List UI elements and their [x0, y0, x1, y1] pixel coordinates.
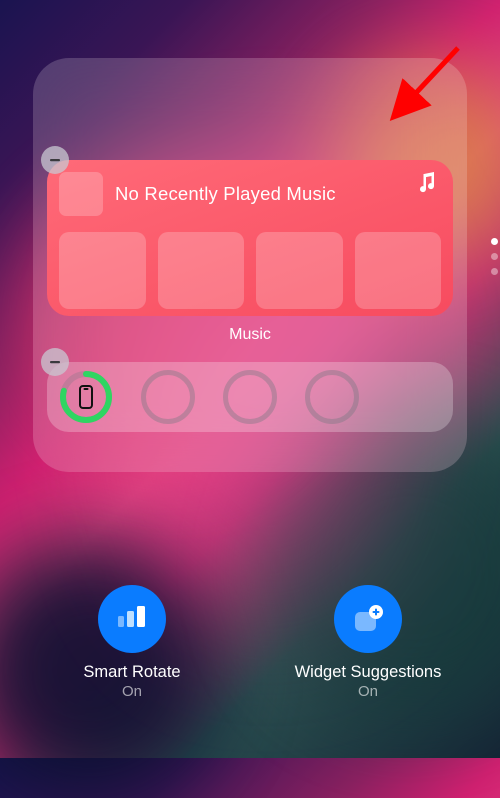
battery-ring-empty [141, 370, 195, 424]
smart-rotate-icon [115, 606, 149, 632]
widget-suggestions-option[interactable]: Widget Suggestions On [293, 585, 443, 700]
widget-suggestions-label: Widget Suggestions [295, 663, 442, 682]
page-dot [491, 238, 498, 245]
album-tile [355, 232, 442, 309]
stack-page-indicator[interactable] [491, 238, 498, 275]
widget-suggestions-status: On [358, 683, 378, 700]
smart-rotate-button[interactable] [98, 585, 166, 653]
remove-music-widget-button[interactable] [41, 146, 69, 174]
music-status-text: No Recently Played Music [115, 183, 336, 205]
battery-ring-empty [305, 370, 359, 424]
album-art-placeholder [59, 172, 103, 216]
batteries-widget[interactable] [47, 362, 453, 432]
music-note-icon [417, 172, 437, 199]
album-tile [158, 232, 245, 309]
stack-options-row: Smart Rotate On Widget Suggestions On [0, 585, 500, 700]
smart-rotate-label: Smart Rotate [83, 663, 180, 682]
music-widget-wrapper: No Recently Played Music Music [47, 160, 453, 344]
battery-ring-empty [223, 370, 277, 424]
remove-batteries-widget-button[interactable] [41, 348, 69, 376]
album-tile [256, 232, 343, 309]
widget-suggestions-button[interactable] [334, 585, 402, 653]
page-dot [491, 268, 498, 275]
page-dot [491, 253, 498, 260]
widget-suggestions-icon [351, 604, 385, 634]
music-widget[interactable]: No Recently Played Music [47, 160, 453, 316]
battery-ring-phone [59, 370, 113, 424]
minus-icon [48, 153, 62, 167]
music-widget-label: Music [47, 326, 453, 344]
album-tile [59, 232, 146, 309]
minus-icon [48, 355, 62, 369]
phone-icon [79, 385, 93, 409]
widget-stack-container[interactable]: No Recently Played Music Music [33, 58, 467, 472]
smart-rotate-status: On [122, 683, 142, 700]
batteries-widget-wrapper [47, 362, 453, 432]
smart-rotate-option[interactable]: Smart Rotate On [57, 585, 207, 700]
